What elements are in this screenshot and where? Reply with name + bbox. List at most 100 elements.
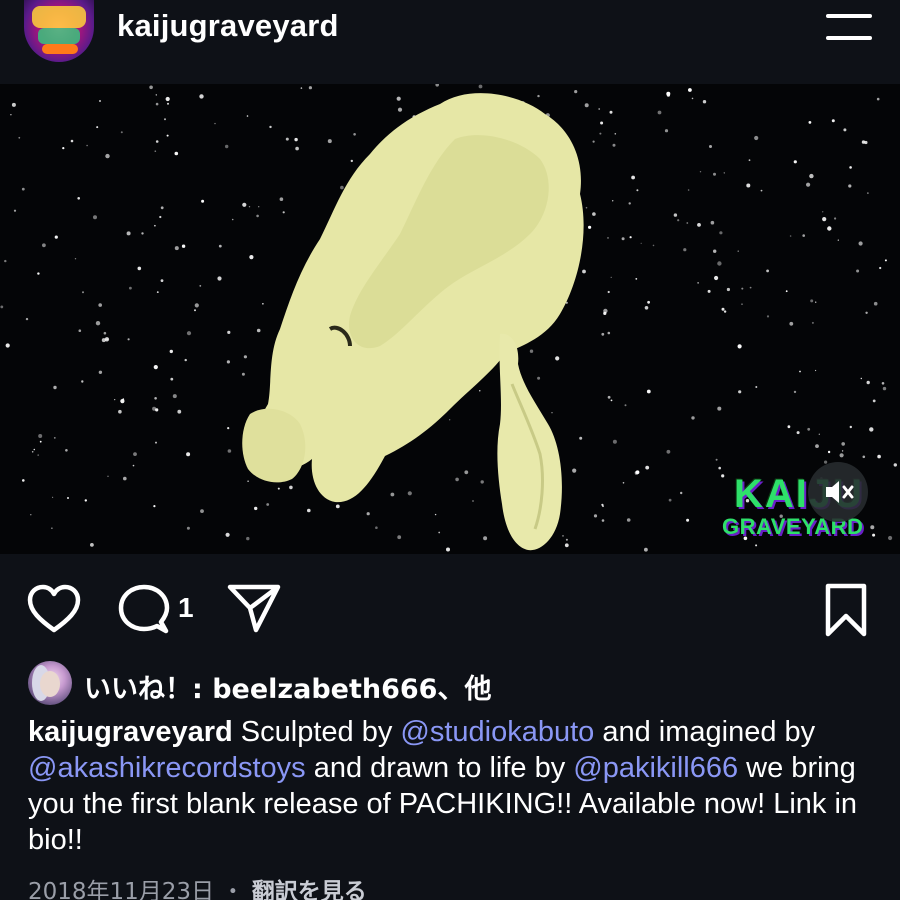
star [375,526,378,529]
star [137,266,142,271]
star [77,197,80,200]
star [78,329,82,332]
post-media[interactable]: KAIJU GRAVEYARD [0,84,900,554]
star [13,209,17,212]
star [668,498,672,502]
star [353,133,356,136]
star [74,258,77,260]
star [601,519,605,522]
star [227,427,230,430]
star [588,225,592,229]
star [834,217,837,220]
star [120,131,123,134]
star [802,234,805,237]
star [214,122,216,125]
star [815,369,817,372]
star [169,349,173,354]
star [717,261,722,266]
star [31,451,34,453]
mention-link[interactable]: @studiokabuto [400,716,594,748]
caption-username[interactable]: kaijugraveyard [28,716,233,748]
star [822,217,827,222]
star [849,166,852,169]
star [861,140,866,144]
comment-bubble-icon[interactable] [118,584,170,636]
star [677,219,680,222]
mention-link[interactable]: @pakikill666 [573,752,738,784]
star [160,279,164,282]
star [82,291,84,294]
star [796,431,800,435]
star [815,444,819,448]
mute-button[interactable] [808,462,868,522]
star [254,506,258,511]
star [628,202,631,205]
likes-summary[interactable]: いいね！: beelzabeth666、他 [28,661,888,711]
star [807,427,811,431]
star [718,466,721,470]
star [709,145,712,148]
star [882,386,887,391]
star [155,94,157,96]
star [200,509,204,513]
star [256,214,259,218]
star [165,96,170,102]
star [612,439,617,444]
star [640,242,642,244]
star [657,110,662,115]
star [90,543,94,547]
star [737,344,742,349]
star [741,303,743,305]
star [702,100,707,104]
star [691,416,695,420]
star [600,121,604,125]
star [132,464,135,467]
star [822,211,824,213]
star [65,449,68,452]
star [664,129,669,133]
star [808,121,812,124]
likes-text[interactable]: いいね！: beelzabeth666、他 [84,667,491,706]
star [84,499,88,502]
star [455,477,459,482]
star [785,290,788,293]
star [227,330,231,334]
star [537,94,540,98]
star [585,206,588,209]
star [133,452,137,456]
profile-avatar[interactable] [24,0,94,62]
star [841,442,845,446]
post-username[interactable]: kaijugraveyard [117,8,339,44]
star [154,150,157,152]
star [172,394,177,399]
post-footer: 2018年11月23日 ・ 翻訳を見る [28,872,367,900]
heart-icon[interactable] [26,584,82,634]
mention-link[interactable]: @akashikrecordstoys [28,752,306,784]
liker-avatar[interactable] [28,661,72,705]
star [707,289,711,293]
star [645,465,650,470]
star [266,503,270,506]
star [186,331,192,336]
star [107,475,109,477]
star [225,144,229,149]
star [98,370,103,374]
star [635,278,638,280]
star [598,108,601,110]
hamburger-menu-icon[interactable] [826,10,872,40]
star [843,128,847,132]
star [607,237,609,239]
star [246,536,250,541]
star [397,535,402,540]
star [340,185,344,190]
bookmark-icon[interactable] [822,582,870,638]
star [574,90,578,94]
star [749,286,752,289]
star [789,321,794,326]
star [699,171,702,173]
star [478,84,483,89]
footer-separator: ・ [214,879,252,900]
paper-plane-icon[interactable] [226,582,282,634]
star [62,147,65,150]
see-translation-link[interactable]: 翻訳を見る [252,879,367,900]
